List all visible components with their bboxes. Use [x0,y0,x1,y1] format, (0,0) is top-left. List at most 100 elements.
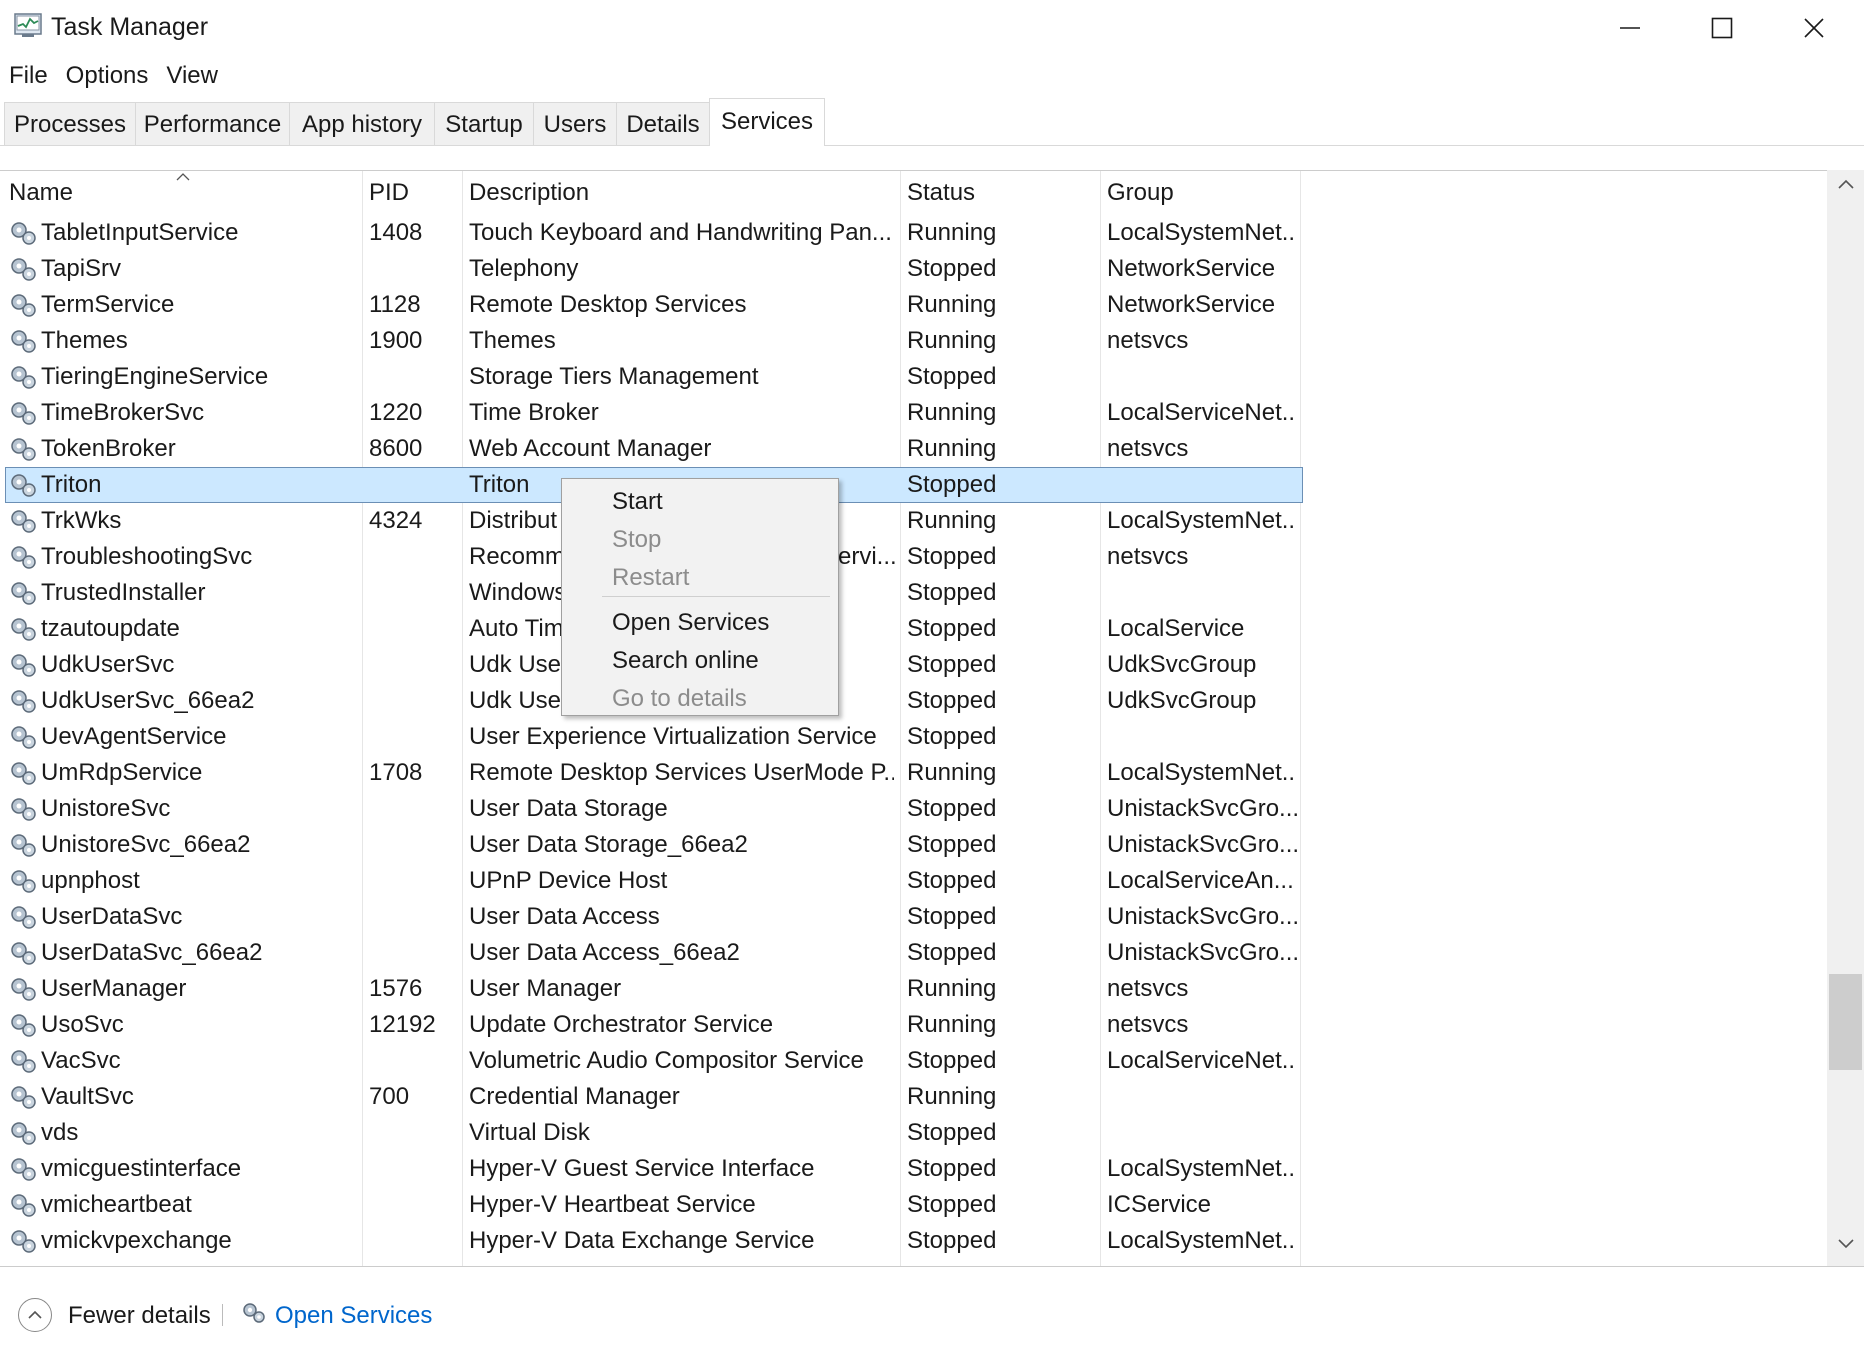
cell-group: LocalSystemNet... [1107,1227,1297,1254]
service-icon [8,795,38,823]
table-row[interactable]: upnphost UPnP Device Host Stopped LocalServ… [0,863,1300,899]
cell-status: Stopped [907,1047,997,1074]
close-button[interactable] [1768,0,1860,56]
fewer-details-button[interactable] [18,1298,52,1332]
cell-description: UPnP Device Host [469,867,668,894]
service-icon [8,939,38,967]
menu-file[interactable]: File [0,60,57,92]
cell-status: Stopped [907,723,997,750]
cell-pid: 1900 [369,327,423,354]
cell-description: Time Broker [469,399,599,426]
scroll-down-icon[interactable] [1836,1238,1856,1250]
tab-app-history[interactable]: App history [289,102,435,145]
context-menu-search-online[interactable]: Search online [612,647,759,675]
table-row[interactable]: UsoSvc 12192 Update Orchestrator Service Ru… [0,1007,1300,1043]
cell-group: NetworkService [1107,291,1276,318]
cell-group: netsvcs [1107,435,1189,462]
table-row[interactable]: TabletInputService 1408 Touch Keyboard and… [0,215,1300,251]
tab-processes[interactable]: Processes [4,102,136,145]
cell-status: Stopped [907,867,997,894]
table-row[interactable]: vmicguestinterface Hyper-V Guest Service … [0,1151,1300,1187]
table-row[interactable]: TieringEngineService Storage Tiers Manage… [0,359,1300,395]
cell-description: Hyper-V Guest Service Interface [469,1155,815,1182]
table-row[interactable]: Themes 1900 Themes Running netsvcs [0,323,1300,359]
cell-status: Stopped [907,1227,997,1254]
cell-description: User Data Storage [469,795,668,822]
column-header-pid[interactable]: PID [369,179,409,207]
table-row[interactable]: vds Virtual Disk Stopped [0,1115,1300,1151]
table-row[interactable]: UevAgentService User Experience Virtualiz… [0,719,1300,755]
fewer-details-label[interactable]: Fewer details [68,1302,211,1330]
cell-group: UnistackSvcGro... [1107,795,1297,822]
cell-status: Stopped [907,1119,997,1146]
cell-group: LocalSystemNet... [1107,1155,1297,1182]
service-icon [8,255,38,283]
cell-status: Stopped [907,831,997,858]
menu-options[interactable]: Options [57,60,158,92]
tab-services[interactable]: Services [709,98,825,146]
table-row[interactable]: vmicheartbeat Hyper-V Heartbeat Service St… [0,1187,1300,1223]
cell-status: Running [907,1083,997,1110]
service-icon [8,975,38,1003]
cell-name: vmickvpexchange [41,1227,232,1254]
table-row[interactable]: VacSvc Volumetric Audio Compositor Servic… [0,1043,1300,1079]
tab-startup[interactable]: Startup [434,102,534,145]
cell-status: Running [907,327,997,354]
title-bar: Task Manager [0,0,1864,56]
bottom-separator [222,1304,223,1326]
table-row[interactable]: UmRdpService 1708 Remote Desktop Services … [0,755,1300,791]
tab-users[interactable]: Users [533,102,617,145]
column-separator [1300,171,1301,1267]
service-icon [8,543,38,571]
table-row[interactable]: TokenBroker 8600 Web Account Manager Runnin… [0,431,1300,467]
table-row[interactable]: TapiSrv Telephony Stopped NetworkService [0,251,1300,287]
maximize-button[interactable] [1676,0,1768,56]
table-row[interactable]: UnistoreSvc_66ea2 User Data Storage_66ea2… [0,827,1300,863]
cell-group: LocalServiceNet... [1107,1047,1297,1074]
cell-status: Stopped [907,795,997,822]
tab-details[interactable]: Details [616,102,710,145]
cell-status: Running [907,975,997,1002]
service-icon [8,327,38,355]
column-header-group[interactable]: Group [1107,179,1174,207]
cell-description: User Experience Virtualization Service [469,723,877,750]
column-header-name[interactable]: Name [9,179,73,207]
table-row[interactable]: TimeBrokerSvc 1220 Time Broker Running Local… [0,395,1300,431]
cell-pid: 4324 [369,507,423,534]
services-table: Name PID Description Status Group Tablet… [0,170,1827,1267]
minimize-button[interactable] [1584,0,1676,56]
scroll-up-icon[interactable] [1836,178,1856,190]
cell-name: UnistoreSvc_66ea2 [41,831,251,858]
cell-group: netsvcs [1107,1011,1189,1038]
table-row[interactable]: UserManager 1576 User Manager Running netsvc… [0,971,1300,1007]
service-icon [8,579,38,607]
menu-view[interactable]: View [157,60,227,92]
cell-status: Stopped [907,651,997,678]
table-row[interactable]: VaultSvc 700 Credential Manager Running [0,1079,1300,1115]
cell-name: upnphost [41,867,140,894]
context-menu-open-services[interactable]: Open Services [612,609,769,637]
table-row[interactable]: vmickvpexchange Hyper-V Data Exchange Ser… [0,1223,1300,1259]
cell-name: vmicguestinterface [41,1155,242,1182]
table-row[interactable]: UnistoreSvc User Data Storage Stopped Unist… [0,791,1300,827]
table-row[interactable]: UserDataSvc_66ea2 User Data Access_66ea2 S… [0,935,1300,971]
cell-pid: 1708 [369,759,423,786]
service-icon [8,1011,38,1039]
context-menu-start[interactable]: Start [612,488,663,516]
cell-group: UnistackSvcGro... [1107,831,1297,858]
column-header-status[interactable]: Status [907,179,975,207]
tab-performance[interactable]: Performance [135,102,290,145]
cell-status: Stopped [907,471,997,498]
open-services-link[interactable]: Open Services [275,1302,432,1330]
column-header-description[interactable]: Description [469,179,589,207]
table-row[interactable]: TermService 1128 Remote Desktop Services Ru… [0,287,1300,323]
cell-group: NetworkService [1107,255,1276,282]
cell-name: TabletInputService [41,219,239,246]
scroll-thumb[interactable] [1829,974,1862,1070]
cell-group: LocalSystemNet... [1107,507,1297,534]
vertical-scrollbar[interactable] [1827,170,1864,1266]
cell-group: LocalSystemNet... [1107,219,1297,246]
services-icon [243,1303,265,1323]
cell-name: UnistoreSvc [41,795,171,822]
table-row[interactable]: UserDataSvc User Data Access Stopped Unista… [0,899,1300,935]
